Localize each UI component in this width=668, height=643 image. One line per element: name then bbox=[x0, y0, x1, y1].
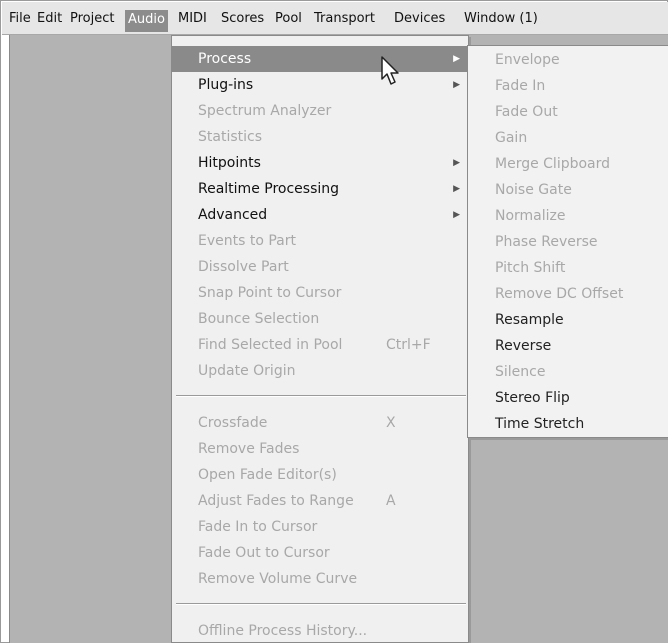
menu-item-dissolve-part[interactable]: Dissolve Part bbox=[172, 254, 468, 280]
menu-item-open-fade-editor-s[interactable]: Open Fade Editor(s) bbox=[172, 462, 468, 488]
menu-item-offline-process-history[interactable]: Offline Process History... bbox=[172, 618, 468, 643]
menu-item-label: Process bbox=[198, 51, 252, 67]
submenu-arrow-icon: ▶ bbox=[453, 80, 460, 90]
menu-item-plug-ins[interactable]: Plug-ins ▶ bbox=[172, 72, 468, 98]
menu-item-label: Realtime Processing bbox=[198, 181, 340, 197]
submenu-item-envelope[interactable]: Envelope bbox=[468, 47, 668, 73]
submenu-item-gain[interactable]: Gain bbox=[468, 125, 668, 151]
menu-item-fade-in-to-cursor[interactable]: Fade In to Cursor bbox=[172, 514, 468, 540]
menu-item-process[interactable]: Process ▶ bbox=[172, 46, 468, 72]
menu-item-snap-point-to-cursor[interactable]: Snap Point to Cursor bbox=[172, 280, 468, 306]
process-submenu: Envelope Fade In Fade Out Gain Merge Clipboa… bbox=[467, 45, 668, 438]
menu-item-label: Plug-ins bbox=[198, 77, 254, 93]
menu-item-label: Bounce Selection bbox=[198, 311, 320, 327]
mouse-pointer-icon bbox=[381, 56, 399, 85]
menu-edit[interactable]: Edit bbox=[34, 10, 65, 30]
menu-item-label: Events to Part bbox=[198, 233, 296, 249]
menu-item-advanced[interactable]: Advanced ▶ bbox=[172, 202, 468, 228]
submenu-item-remove-dc-offset[interactable]: Remove DC Offset bbox=[468, 281, 668, 307]
menu-scores[interactable]: Scores bbox=[218, 10, 267, 30]
menu-item-remove-fades[interactable]: Remove Fades bbox=[172, 436, 468, 462]
app-window: File Edit Project Audio MIDI Scores Pool… bbox=[0, 0, 668, 643]
menu-item-label: Update Origin bbox=[198, 363, 296, 379]
menu-item-label: Fade In to Cursor bbox=[198, 519, 318, 535]
menu-item-realtime-processing[interactable]: Realtime Processing ▶ bbox=[172, 176, 468, 202]
menu-item-crossfade[interactable]: Crossfade X bbox=[172, 410, 468, 436]
menu-item-bounce-selection[interactable]: Bounce Selection bbox=[172, 306, 468, 332]
menu-item-label: Crossfade bbox=[198, 415, 268, 431]
submenu-arrow-icon: ▶ bbox=[453, 184, 460, 194]
submenu-arrow-icon: ▶ bbox=[453, 158, 460, 168]
shortcut-label: X bbox=[386, 415, 396, 431]
menu-item-label: Adjust Fades to Range bbox=[198, 493, 354, 509]
menu-item-label: Fade Out to Cursor bbox=[198, 545, 330, 561]
menu-item-fade-out-to-cursor[interactable]: Fade Out to Cursor bbox=[172, 540, 468, 566]
submenu-item-fade-in[interactable]: Fade In bbox=[468, 73, 668, 99]
menu-item-find-selected-in-pool[interactable]: Find Selected in Pool Ctrl+F bbox=[172, 332, 468, 358]
submenu-item-pitch-shift[interactable]: Pitch Shift bbox=[468, 255, 668, 281]
shortcut-label: A bbox=[386, 493, 396, 509]
menu-item-label: Dissolve Part bbox=[198, 259, 289, 275]
submenu-item-time-stretch[interactable]: Time Stretch bbox=[468, 411, 668, 437]
menu-item-label: Remove Volume Curve bbox=[198, 571, 358, 587]
menu-item-label: Find Selected in Pool bbox=[198, 337, 343, 353]
menu-transport[interactable]: Transport bbox=[311, 10, 378, 30]
submenu-item-phase-reverse[interactable]: Phase Reverse bbox=[468, 229, 668, 255]
menu-item-label: Advanced bbox=[198, 207, 268, 223]
submenu-item-fade-out[interactable]: Fade Out bbox=[468, 99, 668, 125]
menu-window[interactable]: Window (1) bbox=[461, 10, 541, 30]
menu-devices[interactable]: Devices bbox=[391, 10, 448, 30]
menu-separator bbox=[176, 603, 466, 605]
audio-dropdown-menu: Process ▶ Plug-ins ▶ Spectrum Analyzer Statis… bbox=[171, 35, 469, 643]
submenu-arrow-icon: ▶ bbox=[453, 54, 460, 64]
menu-audio[interactable]: Audio bbox=[125, 10, 168, 32]
menu-item-label: Hitpoints bbox=[198, 155, 261, 171]
menu-item-label: Offline Process History... bbox=[198, 623, 368, 639]
menu-item-hitpoints[interactable]: Hitpoints ▶ bbox=[172, 150, 468, 176]
menu-item-statistics[interactable]: Statistics bbox=[172, 124, 468, 150]
menu-item-label: Statistics bbox=[198, 129, 262, 145]
submenu-item-merge-clipboard[interactable]: Merge Clipboard bbox=[468, 151, 668, 177]
submenu-item-noise-gate[interactable]: Noise Gate bbox=[468, 177, 668, 203]
menu-item-label: Snap Point to Cursor bbox=[198, 285, 342, 301]
submenu-item-stereo-flip[interactable]: Stereo Flip bbox=[468, 385, 668, 411]
submenu-item-resample[interactable]: Resample bbox=[468, 307, 668, 333]
menu-item-events-to-part[interactable]: Events to Part bbox=[172, 228, 468, 254]
menu-item-adjust-fades-to-range[interactable]: Adjust Fades to Range A bbox=[172, 488, 468, 514]
menu-item-spectrum-analyzer[interactable]: Spectrum Analyzer bbox=[172, 98, 468, 124]
menu-midi[interactable]: MIDI bbox=[175, 10, 210, 30]
menu-pool[interactable]: Pool bbox=[272, 10, 305, 30]
menu-separator bbox=[176, 395, 466, 397]
menu-file[interactable]: File bbox=[6, 10, 34, 30]
menu-item-label: Open Fade Editor(s) bbox=[198, 467, 337, 483]
submenu-item-reverse[interactable]: Reverse bbox=[468, 333, 668, 359]
menu-project[interactable]: Project bbox=[67, 10, 117, 30]
shortcut-label: Ctrl+F bbox=[386, 337, 431, 353]
menu-item-label: Remove Fades bbox=[198, 441, 300, 457]
menu-item-update-origin[interactable]: Update Origin bbox=[172, 358, 468, 384]
submenu-arrow-icon: ▶ bbox=[453, 210, 460, 220]
menu-item-remove-volume-curve[interactable]: Remove Volume Curve bbox=[172, 566, 468, 592]
menu-bar: File Edit Project Audio MIDI Scores Pool… bbox=[2, 2, 668, 35]
submenu-item-normalize[interactable]: Normalize bbox=[468, 203, 668, 229]
submenu-item-silence[interactable]: Silence bbox=[468, 359, 668, 385]
menu-item-label: Spectrum Analyzer bbox=[198, 103, 332, 119]
